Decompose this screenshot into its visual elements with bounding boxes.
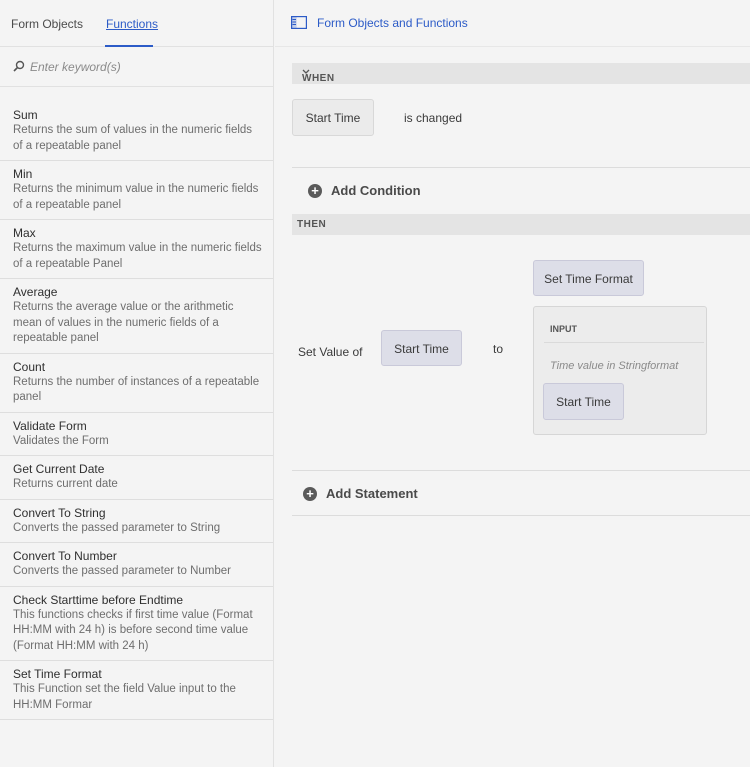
when-section-header[interactable]: WHEN [292, 63, 750, 84]
function-description: Returns the sum of values in the numeric… [13, 124, 253, 152]
function-description: Returns current date [13, 478, 118, 490]
target-object-label: Start Time [394, 342, 449, 356]
plus-circle-icon: + [308, 183, 322, 198]
tab-functions[interactable]: Functions [106, 17, 158, 31]
function-name: Convert To String [13, 505, 106, 520]
input-object-token[interactable]: Start Time [543, 383, 624, 420]
tab-bar: Form Objects Functions [0, 0, 273, 47]
function-list-item[interactable]: Count Returns the number of instances of … [0, 354, 273, 413]
function-description: This Function set the field Value input … [13, 683, 236, 711]
when-event[interactable]: is changed [404, 111, 462, 125]
function-list-item[interactable]: Sum Returns the sum of values in the nume… [0, 102, 273, 161]
function-description: Returns the number of instances of a rep… [13, 375, 260, 404]
add-statement-label: Add Statement [326, 486, 418, 501]
tab-form-objects[interactable]: Form Objects [11, 17, 83, 31]
divider [292, 167, 750, 168]
editor-title: Form Objects and Functions [317, 16, 468, 30]
panel-toggle-icon [291, 16, 307, 29]
function-description: Converts the passed parameter to String [13, 521, 221, 534]
set-value-of-label: Set Value of [298, 345, 363, 359]
function-description: Returns the maximum value in the numeric… [13, 242, 262, 270]
input-hint: Time value in Stringformat [550, 360, 679, 372]
add-statement-button[interactable]: + Add Statement [303, 486, 418, 501]
function-list-item[interactable]: Set Time Format This Function set the fie… [0, 661, 273, 720]
left-panel: Form Objects Functions Sum Returns the su… [0, 0, 274, 767]
when-object-token[interactable]: Start Time [292, 99, 374, 136]
function-list-item[interactable]: Get Current Date Returns current date [0, 456, 273, 500]
function-name: Set Time Format [13, 667, 102, 681]
function-list-item[interactable]: Average Returns the average value or the … [0, 279, 273, 354]
functions-list: Sum Returns the sum of values in the nume… [0, 102, 273, 720]
function-description: Validates the Form [13, 434, 109, 447]
function-name: Set Time Format [544, 272, 633, 286]
function-name: Average [13, 285, 58, 299]
divider [292, 470, 750, 471]
function-description: Returns the minimum value in the numeric… [13, 183, 259, 211]
function-name: Convert To Number [13, 549, 117, 563]
search-icon [13, 60, 25, 72]
function-list-item[interactable]: Validate Form Validates the Form [0, 413, 273, 456]
plus-circle-icon: + [303, 486, 317, 501]
function-list-item[interactable]: Check Starttime before Endtime This funct… [0, 587, 273, 661]
then-label: THEN [297, 219, 327, 230]
header-divider [275, 46, 750, 47]
function-name: Get Current Date [13, 462, 105, 476]
divider [292, 515, 750, 516]
function-description: Returns the average value or the arithme… [13, 301, 234, 344]
rule-editor: Form Objects and Functions WHEN Start Ti… [275, 0, 750, 767]
when-object-label: Start Time [305, 111, 361, 125]
then-section-header: THEN [292, 214, 750, 235]
input-object-label: Start Time [556, 395, 611, 409]
input-label: INPUT [550, 324, 577, 334]
function-name: Min [13, 167, 33, 181]
function-name: Count [13, 359, 46, 374]
function-list-item[interactable]: Min Returns the minimum value in the nume… [0, 161, 273, 220]
search-input[interactable] [30, 58, 260, 76]
add-condition-label: Add Condition [331, 183, 421, 198]
function-description: Converts the passed parameter to Number [13, 565, 231, 577]
function-name: Max [13, 226, 36, 240]
function-name: Validate Form [13, 418, 87, 433]
when-label: WHEN [302, 73, 335, 84]
function-description: This functions checks if first time valu… [13, 608, 253, 652]
target-object-token[interactable]: Start Time [381, 330, 462, 366]
function-list-item[interactable]: Convert To String Converts the passed par… [0, 500, 273, 543]
function-list-item[interactable]: Max Returns the maximum value in the nume… [0, 220, 273, 279]
search-bar [0, 47, 273, 87]
function-input-box: INPUT Time value in Stringformat Start T… [533, 306, 707, 435]
function-list-item[interactable]: Convert To Number Converts the passed par… [0, 543, 273, 587]
function-name: Sum [13, 108, 38, 122]
function-name: Check Starttime before Endtime [13, 592, 184, 607]
to-label: to [493, 342, 504, 356]
function-token[interactable]: Set Time Format [533, 260, 644, 296]
input-divider [544, 342, 704, 343]
add-condition-button[interactable]: + Add Condition [308, 183, 421, 198]
